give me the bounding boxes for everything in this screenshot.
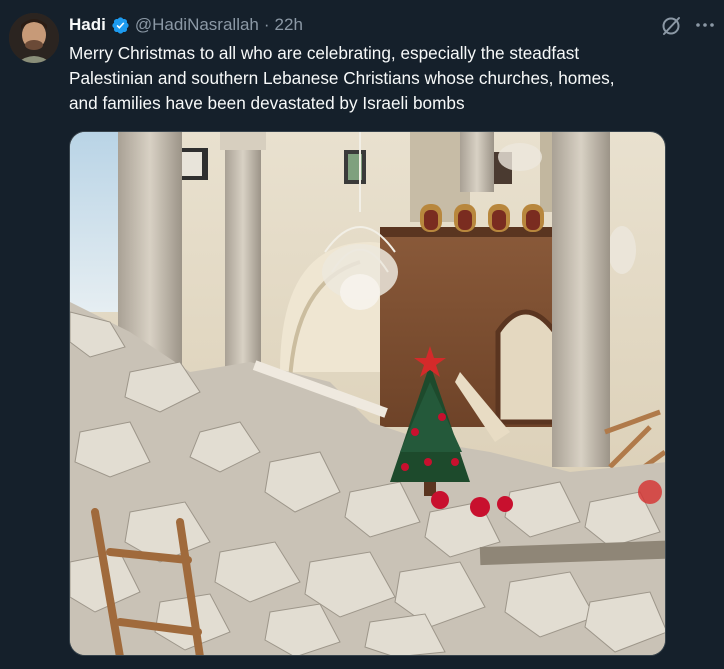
tweet-text-line: and families have been devastated by Isr… [69, 93, 465, 113]
avatar-image [9, 13, 59, 63]
more-icon[interactable] [694, 14, 716, 36]
tweet-header: Hadi @HadiNasrallah · 22h [69, 13, 303, 37]
tweet-text-line: Merry Christmas to all who are celebrati… [69, 43, 580, 63]
author-handle[interactable]: @HadiNasrallah [135, 15, 259, 35]
avatar[interactable] [9, 13, 59, 63]
verified-badge-icon [112, 16, 129, 34]
grok-icon[interactable] [660, 15, 682, 37]
church-rubble-photo [70, 132, 665, 655]
author-name[interactable]: Hadi [69, 15, 106, 35]
separator-dot: · [263, 15, 270, 34]
tweet[interactable]: Hadi @HadiNasrallah · 22h Merry Christma… [0, 0, 724, 669]
tweet-photo[interactable] [69, 131, 666, 656]
tweet-timestamp[interactable]: 22h [275, 15, 303, 35]
tweet-text-line: Palestinian and southern Lebanese Christ… [69, 68, 615, 88]
tweet-text: Merry Christmas to all who are celebrati… [69, 41, 699, 116]
